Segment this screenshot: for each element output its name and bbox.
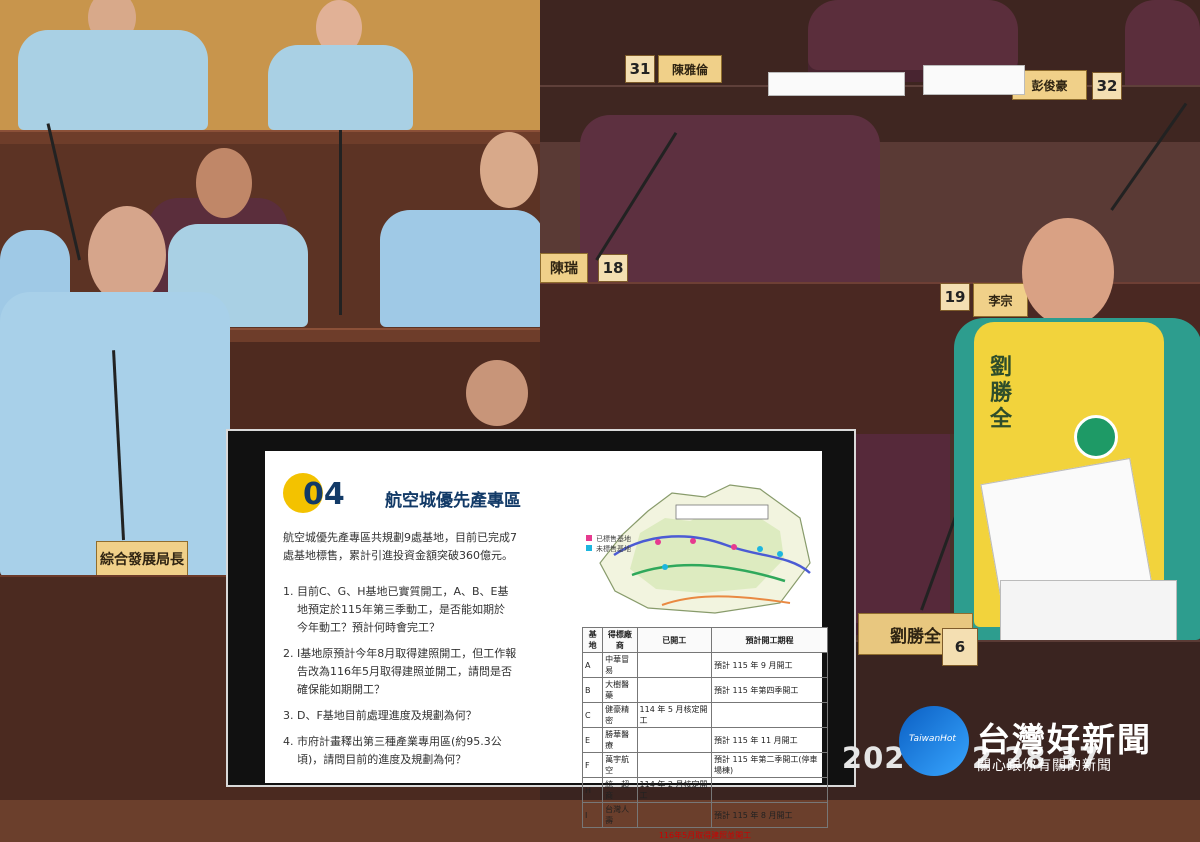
back-row-person-left xyxy=(18,0,208,135)
seat-number-31: 31 xyxy=(625,55,655,83)
vest-badge xyxy=(1074,415,1118,459)
table-note-row: 116年5月取得建照並開工 xyxy=(583,828,828,842)
table-row: A中華冒易預計 115 年 9 月開工 xyxy=(583,653,828,678)
middle-row-man-right xyxy=(380,132,540,327)
taiwanhot-logo-icon: TaiwanHot xyxy=(899,706,969,776)
seated-man-behind-slide xyxy=(458,360,538,430)
table-row: E勝華醫療預計 115 年 11 月開工 xyxy=(583,728,828,753)
watermark-subtitle: 關心跟你有關的新聞 xyxy=(977,755,1112,775)
seat-31-name: 陳雅倫 xyxy=(658,55,722,83)
table-row: C健豪精密114 年 5 月核定開工 xyxy=(583,703,828,728)
map-legend-unsold: 未標售基地 xyxy=(586,544,631,554)
vest-name: 劉勝全 xyxy=(990,355,1020,455)
question-4-line-2: 頃)，請問目前的進度及規劃為何？ xyxy=(297,751,466,769)
table-header-schedule: 預計開工期程 xyxy=(711,628,827,653)
table-row: F萬宇航空預計 115 年第二季開工(停車場棟) xyxy=(583,753,828,778)
table-row: B大樹醫藥預計 115 年第四季開工 xyxy=(583,678,828,703)
question-2-line-3: 確保能如期開工？ xyxy=(297,681,385,699)
question-1-line-2: 地預定於115年第三季動工，是否能如期於 xyxy=(297,601,505,619)
middle-row-microphone xyxy=(339,130,342,315)
slide-overlay: 04 航空城優先產專區 航空城優先產專區共規劃9處基地，目前已完成7 處基地標售… xyxy=(226,429,856,787)
site-progress-table: 基地 得標廠商 已開工 預計開工期程 A中華冒易預計 115 年 9 月開工 B… xyxy=(582,627,828,842)
seat-number-18: 18 xyxy=(598,254,628,282)
table-row: H統一超商114 年 2 月核定開工 xyxy=(583,778,828,803)
paper-stack-top-left xyxy=(768,72,905,96)
watermark-title: 台灣好新聞 xyxy=(977,713,1152,761)
table-row: I台灣人壽預計 115 年 8 月開工 xyxy=(583,803,828,828)
question-2-line-2: 告改為116年5月取得建照並開工，請問是否 xyxy=(297,663,512,681)
question-2-line-1: 2. I基地原預計今年8月取得建照開工，但工作報 xyxy=(283,645,516,663)
slide-title: 航空城優先產專區 xyxy=(385,486,521,511)
map-legend-sold: 已標售基地 xyxy=(586,534,631,544)
left-nameplate: 綜合發展局長 xyxy=(96,541,188,577)
slide-page: 04 航空城優先產專區 航空城優先產專區共規劃9處基地，目前已完成7 處基地標售… xyxy=(265,451,822,783)
taiwanhot-logo-text: TaiwanHot xyxy=(909,734,956,744)
paper-stack-top-right xyxy=(923,65,1025,95)
slide-intro-2: 處基地標售，累計引進投資金額突破360億元。 xyxy=(283,547,513,565)
question-3: 3. D、F基地目前處理進度及規劃為何？ xyxy=(283,707,477,725)
seat-number-6: 6 xyxy=(942,628,978,666)
section-number: 04 xyxy=(303,477,345,512)
question-1-line-3: 今年動工？預計何時會完工？ xyxy=(297,619,440,637)
table-header-started: 已開工 xyxy=(637,628,711,653)
table-header-bidder: 得標廠商 xyxy=(603,628,637,653)
seat-number-32: 32 xyxy=(1092,72,1122,100)
back-row-person-right xyxy=(268,0,413,135)
question-1-line-1: 1. 目前C、G、H基地已實質開工，A、B、E基 xyxy=(283,583,509,601)
desk-paper-stack xyxy=(1000,580,1177,642)
slide-intro-1: 航空城優先產專區共規劃9處基地，目前已完成7 xyxy=(283,529,517,547)
seat-18-name: 陳瑞 xyxy=(540,253,588,283)
question-4-line-1: 4. 市府計畫釋出第三種產業專用區(約95.3公 xyxy=(283,733,502,751)
table-header-site: 基地 xyxy=(583,628,603,653)
